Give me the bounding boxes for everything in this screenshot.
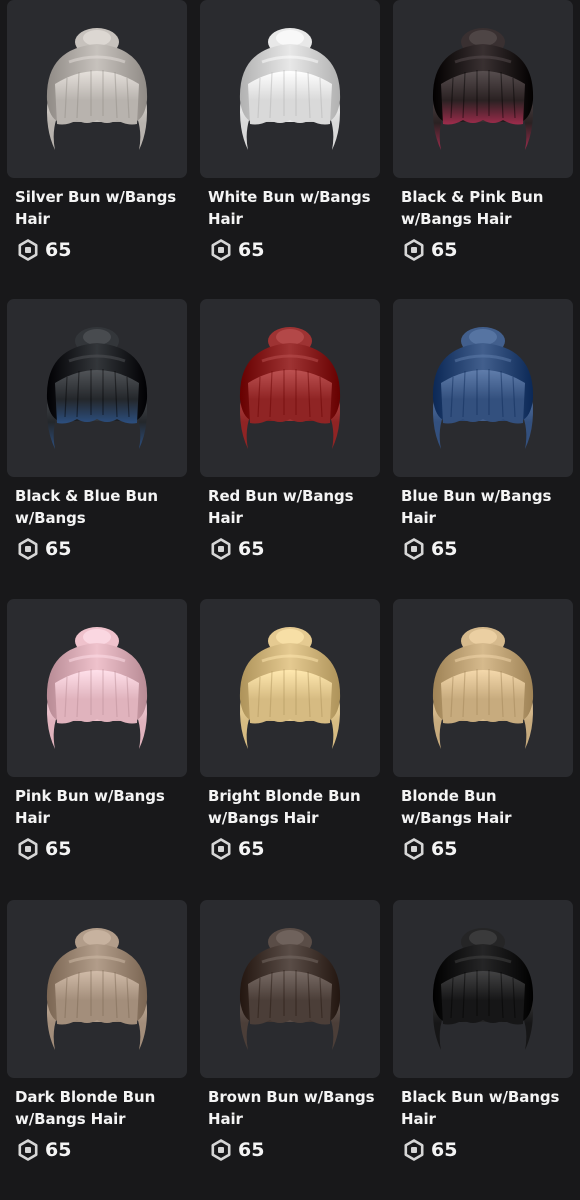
item-thumbnail[interactable] <box>393 0 573 178</box>
catalog-item-card[interactable]: Dark Blonde Bun w/Bangs Hair 65 <box>7 900 187 1190</box>
price-value: 65 <box>431 1139 458 1161</box>
catalog-item-card[interactable]: Bright Blonde Bun w/Bangs Hair 65 <box>200 599 380 889</box>
robux-icon <box>403 838 425 860</box>
robux-icon <box>210 838 232 860</box>
catalog-item-card[interactable]: Red Bun w/Bangs Hair 65 <box>200 299 380 589</box>
price-value: 65 <box>45 838 72 860</box>
item-price: 65 <box>17 535 71 563</box>
catalog-grid: Silver Bun w/Bangs Hair 65 White Bun w/B… <box>0 0 580 1200</box>
item-price: 65 <box>17 835 71 863</box>
item-name[interactable]: Black & Blue Bun w/Bangs <box>15 485 183 529</box>
price-value: 65 <box>431 838 458 860</box>
item-price: 65 <box>210 236 264 264</box>
catalog-item-card[interactable]: Black Bun w/Bangs Hair 65 <box>393 900 573 1190</box>
price-value: 65 <box>238 1139 265 1161</box>
item-price: 65 <box>403 236 457 264</box>
robux-icon <box>403 239 425 261</box>
item-price: 65 <box>403 1136 457 1164</box>
item-name[interactable]: Brown Bun w/Bangs Hair <box>208 1086 376 1130</box>
price-value: 65 <box>431 239 458 261</box>
item-name[interactable]: Red Bun w/Bangs Hair <box>208 485 376 529</box>
price-value: 65 <box>45 538 72 560</box>
catalog-item-card[interactable]: Blue Bun w/Bangs Hair 65 <box>393 299 573 589</box>
item-price: 65 <box>17 236 71 264</box>
item-thumbnail[interactable] <box>7 0 187 178</box>
item-name[interactable]: Silver Bun w/Bangs Hair <box>15 186 183 230</box>
catalog-item-card[interactable]: White Bun w/Bangs Hair 65 <box>200 0 380 290</box>
item-name[interactable]: Bright Blonde Bun w/Bangs Hair <box>208 785 376 829</box>
item-name[interactable]: Blue Bun w/Bangs Hair <box>401 485 569 529</box>
item-thumbnail[interactable] <box>200 299 380 477</box>
item-name[interactable]: Dark Blonde Bun w/Bangs Hair <box>15 1086 183 1130</box>
robux-icon <box>17 838 39 860</box>
catalog-item-card[interactable]: Brown Bun w/Bangs Hair 65 <box>200 900 380 1190</box>
item-price: 65 <box>210 1136 264 1164</box>
robux-icon <box>17 1139 39 1161</box>
catalog-item-card[interactable]: Pink Bun w/Bangs Hair 65 <box>7 599 187 889</box>
item-thumbnail[interactable] <box>393 299 573 477</box>
item-name[interactable]: Black Bun w/Bangs Hair <box>401 1086 569 1130</box>
price-value: 65 <box>45 1139 72 1161</box>
robux-icon <box>210 239 232 261</box>
item-price: 65 <box>210 535 264 563</box>
item-name[interactable]: Blonde Bun w/Bangs Hair <box>401 785 569 829</box>
item-thumbnail[interactable] <box>7 299 187 477</box>
catalog-item-card[interactable]: Black & Blue Bun w/Bangs 65 <box>7 299 187 589</box>
item-price: 65 <box>403 535 457 563</box>
robux-icon <box>403 1139 425 1161</box>
item-thumbnail[interactable] <box>393 900 573 1078</box>
catalog-item-card[interactable]: Blonde Bun w/Bangs Hair 65 <box>393 599 573 889</box>
item-thumbnail[interactable] <box>7 599 187 777</box>
item-price: 65 <box>210 835 264 863</box>
robux-icon <box>210 538 232 560</box>
robux-icon <box>17 538 39 560</box>
price-value: 65 <box>45 239 72 261</box>
robux-icon <box>403 538 425 560</box>
item-thumbnail[interactable] <box>200 900 380 1078</box>
robux-icon <box>17 239 39 261</box>
item-name[interactable]: White Bun w/Bangs Hair <box>208 186 376 230</box>
item-name[interactable]: Pink Bun w/Bangs Hair <box>15 785 183 829</box>
catalog-item-card[interactable]: Silver Bun w/Bangs Hair 65 <box>7 0 187 290</box>
price-value: 65 <box>238 538 265 560</box>
item-thumbnail[interactable] <box>200 599 380 777</box>
item-thumbnail[interactable] <box>393 599 573 777</box>
item-thumbnail[interactable] <box>200 0 380 178</box>
price-value: 65 <box>238 838 265 860</box>
item-price: 65 <box>17 1136 71 1164</box>
robux-icon <box>210 1139 232 1161</box>
item-name[interactable]: Black & Pink Bun w/Bangs Hair <box>401 186 569 230</box>
catalog-item-card[interactable]: Black & Pink Bun w/Bangs Hair 65 <box>393 0 573 290</box>
price-value: 65 <box>431 538 458 560</box>
item-price: 65 <box>403 835 457 863</box>
item-thumbnail[interactable] <box>7 900 187 1078</box>
price-value: 65 <box>238 239 265 261</box>
